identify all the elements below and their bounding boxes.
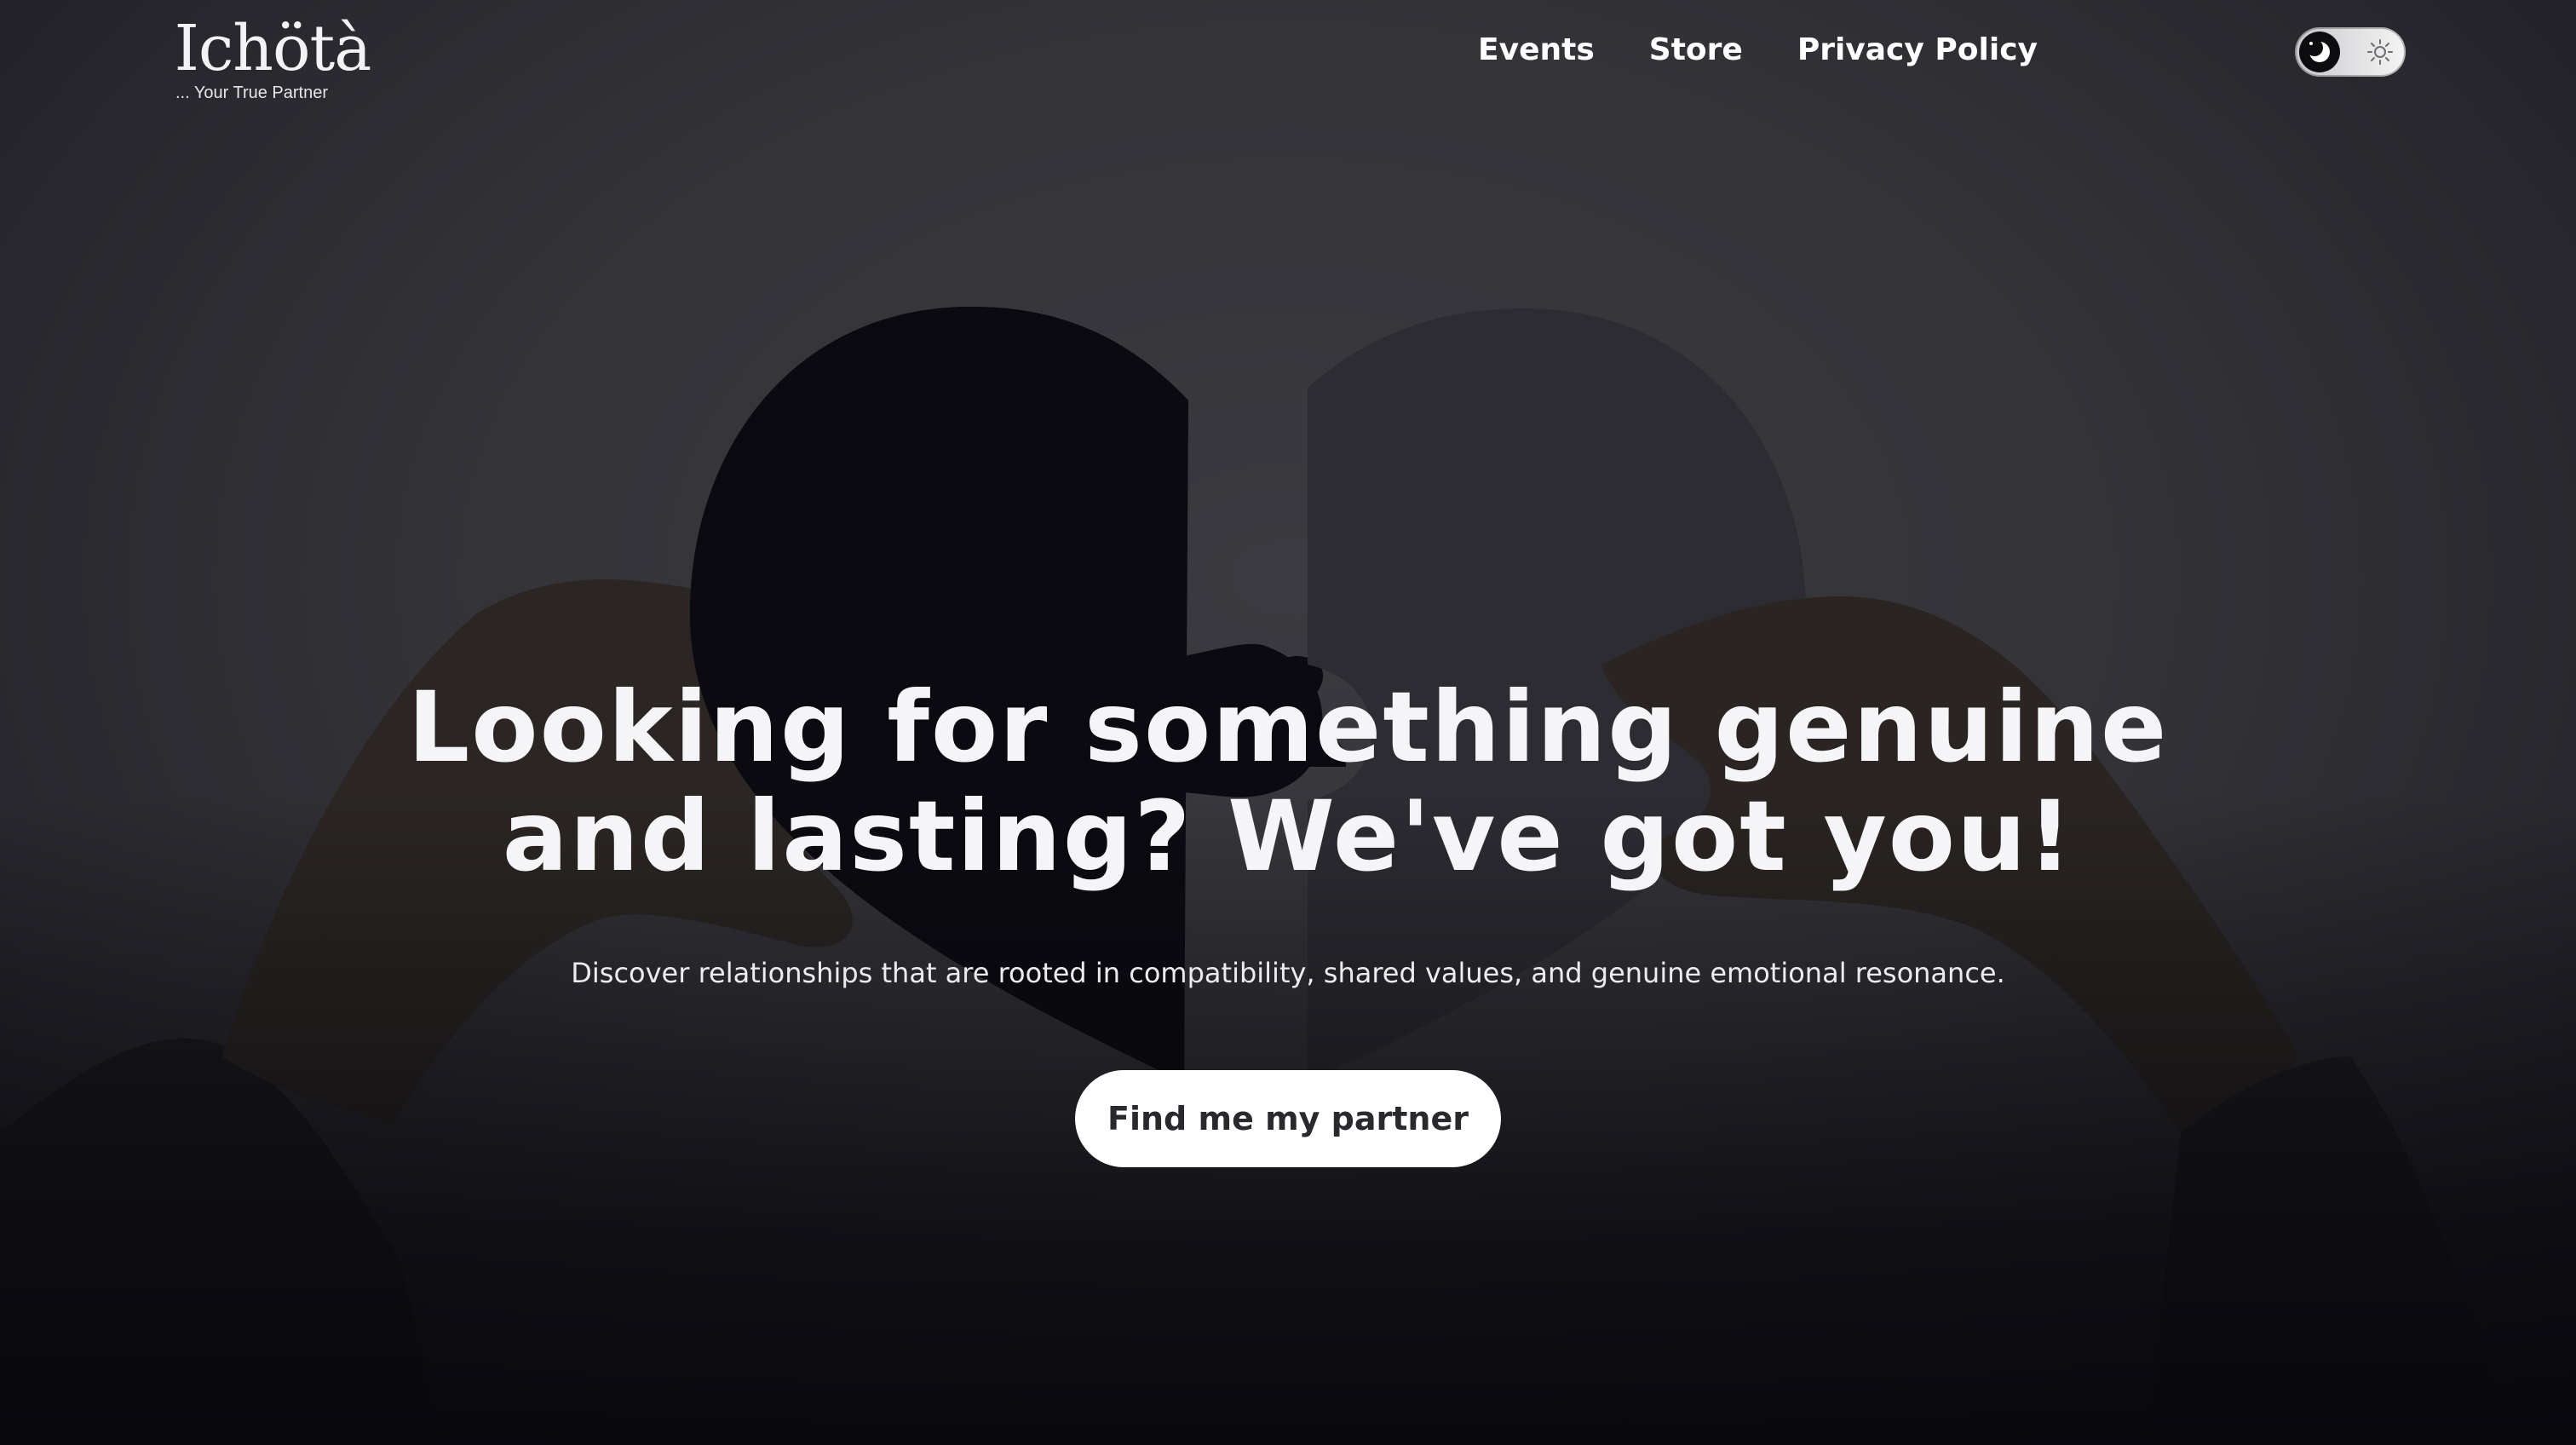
theme-toggle[interactable]: [2295, 27, 2406, 77]
hero-section: Ichötà ... Your True Partner Events Stor…: [0, 0, 2576, 1445]
hero-subtext: Discover relationships that are rooted i…: [571, 957, 2005, 989]
site-header: Ichötà ... Your True Partner Events Stor…: [0, 0, 2576, 119]
hero-content: Looking for something genuine and lastin…: [0, 673, 2576, 1167]
brand-logo[interactable]: Ichötà ... Your True Partner: [170, 12, 375, 103]
moon-icon: [2299, 32, 2340, 72]
sun-icon: [2366, 38, 2394, 66]
find-partner-button[interactable]: Find me my partner: [1075, 1070, 1501, 1167]
nav-link-events[interactable]: Events: [1478, 32, 1595, 67]
toggle-knob: [2299, 32, 2340, 72]
brand-tagline: ... Your True Partner: [175, 83, 328, 102]
nav-link-store[interactable]: Store: [1649, 32, 1743, 67]
main-nav: Events Store Privacy Policy: [1423, 26, 2038, 73]
nav-link-privacy-policy[interactable]: Privacy Policy: [1797, 32, 2038, 67]
brand-name: Ichötà: [174, 12, 372, 85]
hero-headline: Looking for something genuine and lastin…: [407, 671, 2169, 893]
